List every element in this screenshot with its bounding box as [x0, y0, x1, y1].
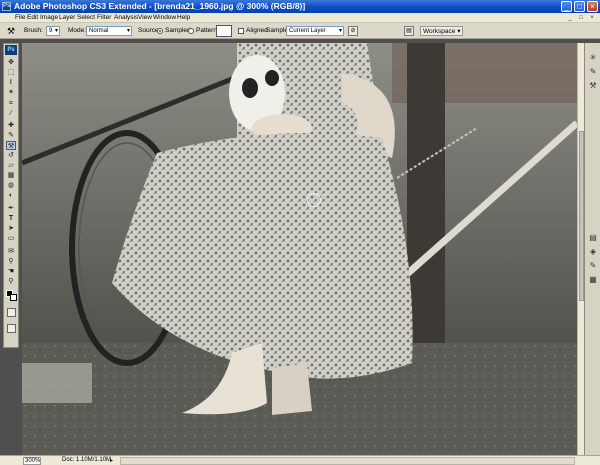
path-selection-tool-icon[interactable]: ➤	[6, 224, 16, 233]
background-color-swatch[interactable]	[10, 294, 17, 301]
crop-tool-icon[interactable]: ⌗	[6, 99, 16, 108]
close-button[interactable]: ×	[587, 1, 598, 12]
history-brush-tool-icon[interactable]: ↺	[6, 151, 16, 160]
clone-brush-cursor	[307, 193, 321, 207]
sample-select[interactable]: Current Layer	[286, 26, 344, 36]
eyedropper-tool-icon[interactable]: ⚲	[6, 257, 16, 266]
pattern-radio[interactable]	[188, 28, 194, 34]
clone-stamp-preset-icon[interactable]: ⚒	[4, 25, 18, 37]
menu-help[interactable]: Help	[177, 14, 190, 21]
doc-restore-button[interactable]: □	[577, 14, 585, 22]
healing-brush-tool-icon[interactable]: ✚	[6, 121, 16, 130]
vertical-scrollbar[interactable]	[577, 43, 584, 455]
doc-close-button[interactable]: ×	[588, 14, 596, 22]
aligned-checkbox[interactable]	[238, 28, 244, 34]
pattern-picker[interactable]	[216, 25, 232, 37]
photoshop-logo: Ps	[5, 45, 17, 55]
status-bar: 300% Doc: 1.10M/1.10M ▸	[0, 455, 600, 465]
mode-label: Mode:	[68, 27, 87, 34]
options-bar: ⚒ Brush: 9 Mode: Normal Source: Sampled …	[0, 23, 600, 39]
eraser-tool-icon[interactable]: ▱	[6, 161, 16, 170]
star-icon[interactable]: ✳	[588, 53, 598, 63]
move-tool-icon[interactable]: ✥	[6, 58, 16, 67]
layers-icon[interactable]: ▤	[588, 233, 598, 243]
menu-edit[interactable]: Edit	[27, 14, 38, 21]
menu-select[interactable]: Select	[77, 14, 95, 21]
window-title: Adobe Photoshop CS3 Extended - [brenda21…	[14, 1, 306, 11]
photoshop-app-icon: Ps	[2, 2, 11, 11]
menu-window[interactable]: Window	[153, 14, 176, 21]
clone-source-icon[interactable]: ⚒	[588, 81, 598, 91]
sampled-radio[interactable]	[157, 28, 163, 34]
menu-analysis[interactable]: Analysis	[114, 14, 138, 21]
brushes-palette-icon[interactable]: ▤	[404, 26, 414, 36]
mode-select[interactable]: Normal	[86, 26, 132, 36]
quick-mask-mode-icon[interactable]	[7, 308, 16, 317]
magic-wand-tool-icon[interactable]: ✶	[6, 88, 16, 97]
menu-layer[interactable]: Layer	[59, 14, 75, 21]
document-size-info: Doc: 1.10M/1.10M	[62, 457, 112, 463]
document-canvas[interactable]	[22, 43, 577, 455]
workspace-button[interactable]: Workspace ▾	[420, 26, 464, 36]
ignore-adjustment-layers-icon[interactable]: ⊘	[348, 26, 358, 36]
minimize-button[interactable]: _	[561, 1, 572, 12]
dodge-tool-icon[interactable]: ◐	[6, 191, 16, 200]
slice-tool-icon[interactable]: ⁄	[6, 109, 16, 118]
marquee-tool-icon[interactable]: ⬚	[6, 68, 16, 77]
history-icon[interactable]: ▦	[588, 275, 598, 285]
sampled-label: Sampled	[165, 27, 191, 34]
menu-image[interactable]: Image	[40, 14, 58, 21]
photo-image	[22, 43, 577, 455]
brush-label: Brush:	[24, 27, 43, 34]
maximize-button[interactable]: □	[574, 1, 585, 12]
menu-file[interactable]: File	[15, 14, 25, 21]
channels-icon[interactable]: ◈	[588, 247, 598, 257]
hand-tool-icon[interactable]: ☚	[6, 267, 16, 276]
aligned-label: Aligned	[246, 27, 268, 34]
menu-view[interactable]: View	[138, 14, 152, 21]
brush-tool-icon[interactable]: ✎	[6, 131, 16, 140]
pen-tool-icon[interactable]: ✒	[6, 204, 16, 213]
toolbox: Ps ✥ ⬚ ℓ ✶ ⌗ ⁄ ✚ ✎ ⚒ ↺ ▱ ▦ ◍ ◐ ✒ T ➤ ▭ ✉…	[3, 43, 19, 348]
brush-size-picker[interactable]: 9	[46, 26, 60, 36]
shape-tool-icon[interactable]: ▭	[6, 234, 16, 243]
title-bar: Ps Adobe Photoshop CS3 Extended - [brend…	[0, 0, 600, 13]
menu-bar: File Edit Image Layer Select Filter Anal…	[0, 13, 600, 23]
notes-tool-icon[interactable]: ✉	[6, 247, 16, 256]
foreground-background-color-swatches[interactable]	[6, 290, 17, 301]
horizontal-scrollbar[interactable]	[120, 457, 575, 465]
type-tool-icon[interactable]: T	[6, 214, 16, 223]
gradient-tool-icon[interactable]: ▦	[6, 171, 16, 180]
clone-stamp-tool-icon[interactable]: ⚒	[6, 141, 16, 150]
zoom-tool-icon[interactable]: ⚲	[6, 277, 16, 286]
brush-preset-icon[interactable]: ✎	[588, 67, 598, 77]
panel-dock: ✳ ✎ ⚒ ▤ ◈ ✎ ▦	[584, 43, 600, 455]
lasso-tool-icon[interactable]: ℓ	[6, 78, 16, 87]
screen-mode-icon[interactable]	[7, 324, 16, 333]
doc-minimize-button[interactable]: _	[566, 14, 574, 22]
status-menu-arrow-icon[interactable]: ▸	[110, 457, 113, 464]
paths-icon[interactable]: ✎	[588, 261, 598, 271]
menu-filter[interactable]: Filter	[97, 14, 111, 21]
zoom-level-field[interactable]: 300%	[23, 457, 41, 465]
blur-tool-icon[interactable]: ◍	[6, 181, 16, 190]
